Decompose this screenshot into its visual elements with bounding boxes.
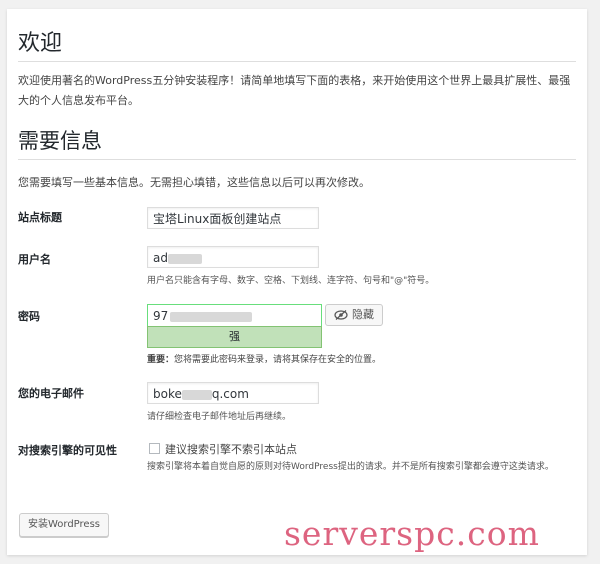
install-panel: 欢迎 欢迎使用著名的WordPress五分钟安装程序！请简单地填写下面的表格，来… [7, 9, 587, 555]
email-value-start: boke [153, 387, 182, 401]
redacted-text [170, 311, 253, 322]
username-hint: 用户名只能含有字母、数字、空格、下划线、连字符、句号和"@"符号。 [147, 276, 435, 286]
email-value-end: q.com [211, 387, 249, 401]
info-description: 您需要填写一些基本信息。无需担心填错，这些信息以后可以再次修改。 [18, 176, 370, 189]
watermark: serverspc.com [284, 514, 540, 553]
warning-text: 您将需要此密码来登录，请将其保存在安全的位置。 [174, 355, 382, 365]
username-input[interactable]: ad [147, 246, 319, 268]
site-title-input[interactable]: 宝塔Linux面板创建站点 [147, 207, 319, 229]
install-wordpress-button[interactable]: 安装WordPress [19, 513, 109, 537]
divider [18, 61, 576, 62]
password-field: 97 强 [147, 304, 322, 348]
password-input[interactable]: 97 [147, 304, 322, 326]
visibility-hint: 搜索引擎将本着自觉自愿的原则对待WordPress提出的请求。并不是所有搜索引擎… [147, 462, 554, 472]
visibility-label: 对搜索引擎的可见性 [18, 444, 117, 457]
warning-label: 重要： [147, 355, 175, 365]
email-label: 您的电子邮件 [18, 387, 84, 400]
email-input[interactable]: boke q.com [147, 382, 319, 404]
password-strength-meter: 强 [147, 326, 322, 348]
hide-password-button[interactable]: 隐藏 [325, 304, 383, 326]
password-value: 97 [153, 309, 169, 323]
divider [18, 159, 576, 160]
noindex-checkbox-label[interactable]: 建议搜索引擎不索引本站点 [165, 441, 297, 457]
email-hint: 请仔细检查电子邮件地址后再继续。 [147, 412, 292, 422]
password-label: 密码 [18, 310, 40, 323]
welcome-title: 欢迎 [18, 31, 63, 56]
password-warning: 重要：您将需要此密码来登录，请将其保存在安全的位置。 [147, 352, 381, 365]
hide-password-label: 隐藏 [352, 308, 374, 321]
info-title: 需要信息 [18, 129, 102, 153]
username-label: 用户名 [18, 253, 51, 266]
redacted-text [167, 253, 202, 264]
redacted-text [181, 389, 212, 400]
site-title-label: 站点标题 [18, 211, 62, 224]
username-value: ad [153, 251, 168, 265]
noindex-checkbox[interactable] [149, 443, 160, 454]
eye-slash-icon [334, 310, 348, 320]
welcome-intro: 欢迎使用著名的WordPress五分钟安装程序！请简单地填写下面的表格，来开始使… [18, 74, 571, 107]
